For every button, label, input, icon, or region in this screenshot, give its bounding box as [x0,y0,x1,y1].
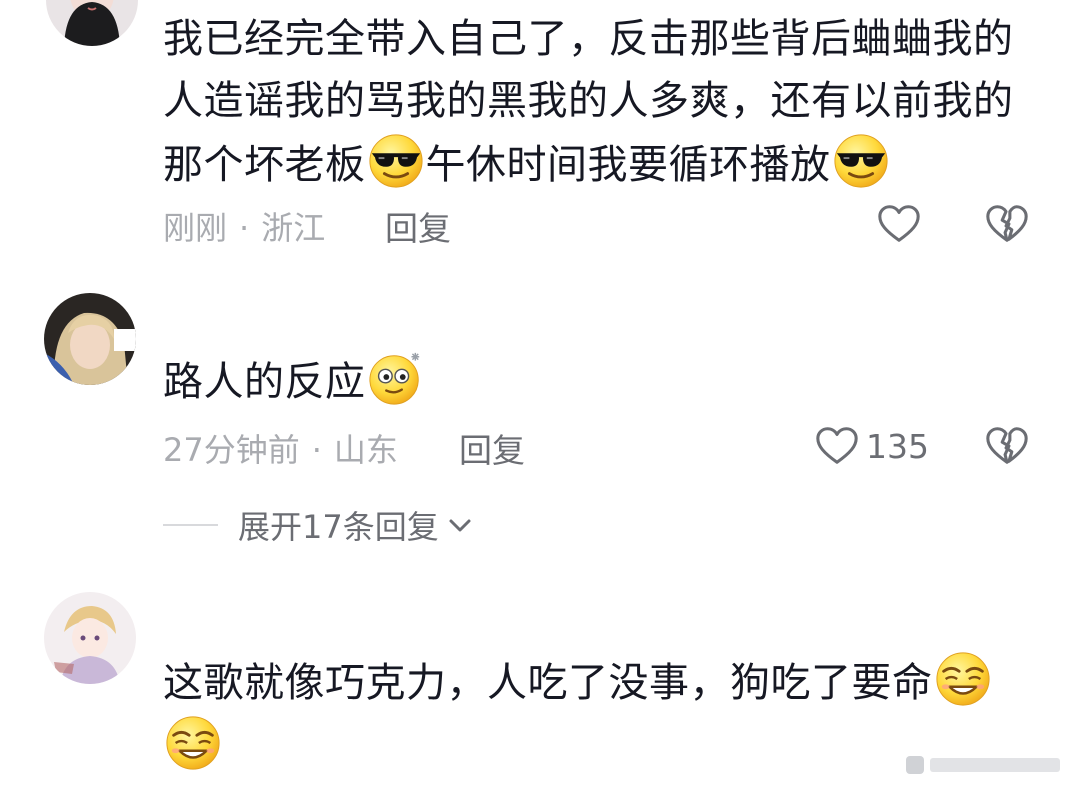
watermark-logo [906,756,1060,774]
dislike-button[interactable] [984,201,1030,247]
avatar-woman-icon[interactable] [46,0,138,46]
sunglasses-emoji [368,134,423,188]
comment-text-segment: 午休时间我要循环播放 [425,142,831,188]
expand-replies-label: 展开17条回复 [238,508,439,546]
like-button[interactable] [876,199,922,249]
comment-meta: 刚刚 · 浙江 [163,203,325,249]
meta-separator: · [311,431,322,469]
expand-replies-button[interactable]: 展开17条回复 [163,500,475,550]
like-count: 135 [866,426,929,466]
heart-outline-icon [816,427,858,464]
meta-separator: · [239,209,250,247]
broken-heart-icon [986,205,1028,242]
comment-time: 刚刚 [163,209,228,247]
heart-outline-icon [878,205,920,242]
avatar-anime-icon[interactable] [44,592,136,684]
comment-time: 27分钟前 [163,431,300,469]
comment-text: 路人的反应 [163,349,1043,413]
expand-divider [163,524,218,526]
chevron-down-icon [449,519,471,532]
comment-text-segment: 路人的反应 [163,359,366,405]
dislike-button[interactable] [984,423,1030,469]
comment-thread: { "comments": [ { "text_segments": [ "我已… [0,0,1080,792]
comment-meta: 27分钟前 · 山东 [163,425,398,471]
avatar-blonde-icon[interactable] [44,293,136,385]
reply-button[interactable]: 回复 [459,424,525,472]
sly-grin-emoji [935,652,990,706]
comment-location: 浙江 [261,209,326,247]
comment-text-segment: 这歌就像巧克力，人吃了没事，狗吃了要命 [163,660,933,706]
comment-location: 山东 [333,431,398,469]
dizzy-eyes-emoji [368,352,419,405]
comment-text: 我已经完全带入自己了，反击那些背后蛐蛐我的人造谣我的骂我的黑我的人多爽，还有以前… [163,8,1043,196]
reply-button[interactable]: 回复 [385,202,451,250]
like-button[interactable]: 135 [814,421,929,471]
broken-heart-icon [986,427,1028,464]
sunglasses-emoji [833,134,888,188]
sly-grin-emoji [166,716,220,770]
